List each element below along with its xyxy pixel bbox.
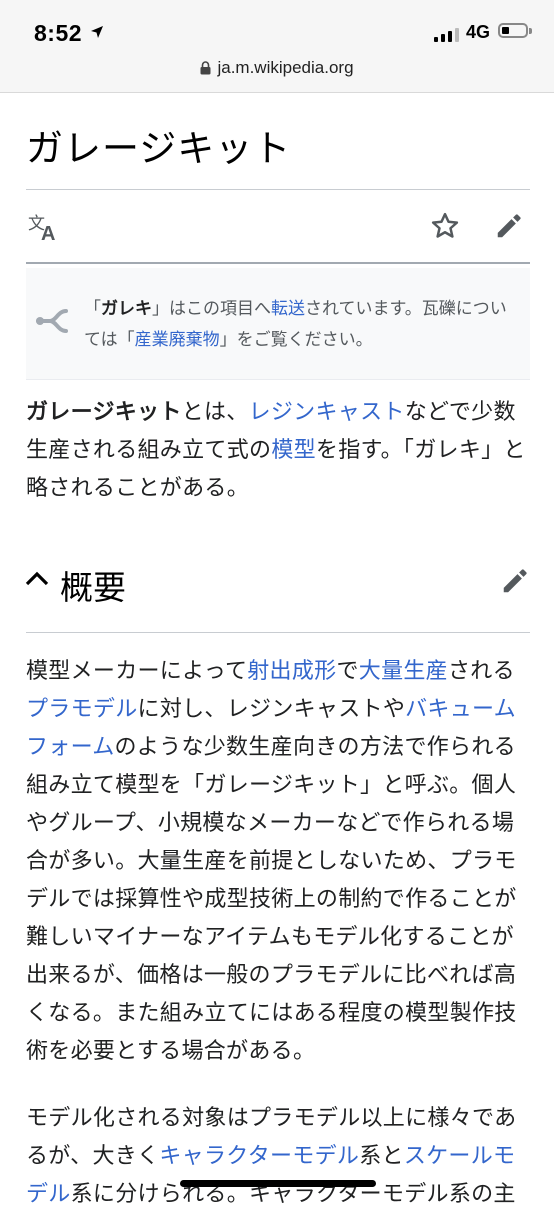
section-title[interactable]: 概要 [60, 561, 126, 609]
svg-text:A: A [41, 223, 55, 242]
actions-divider [26, 262, 530, 264]
resin-cast-link[interactable]: レジンキャスト [249, 400, 405, 425]
address-bar[interactable]: ja.m.wikipedia.org [0, 58, 554, 78]
pencil-icon[interactable] [494, 211, 524, 241]
mass-production-link[interactable]: 大量生産 [359, 659, 448, 684]
url-text: ja.m.wikipedia.org [217, 58, 354, 77]
model-link[interactable]: 模型 [271, 438, 316, 463]
translate-icon[interactable]: 文 A [28, 212, 62, 242]
status-time: 8:52 [34, 20, 83, 46]
page-title: ガレージキット [26, 127, 292, 170]
signal-strength-icon [434, 26, 459, 42]
home-indicator[interactable] [180, 1180, 376, 1187]
redirect-link[interactable]: 転送 [271, 299, 305, 319]
lock-icon [200, 61, 211, 75]
plastic-model-link[interactable]: プラモデル [26, 697, 138, 722]
star-icon[interactable] [430, 211, 460, 241]
battery-icon [498, 23, 528, 38]
lead-bold-term: ガレージキット [26, 400, 182, 425]
status-bar: 8:52 4G ja.m.wikipedia.org [0, 0, 554, 93]
network-type: 4G [466, 22, 491, 42]
injection-molding-link[interactable]: 射出成形 [247, 659, 336, 684]
location-arrow-icon [91, 26, 103, 38]
industrial-waste-link[interactable]: 産業廃棄物 [135, 330, 220, 350]
body-paragraph-2: モデル化される対象はプラモデル以上に様々であるが、大きくキャラクターモデル系とス… [26, 1106, 517, 1207]
title-divider [26, 189, 530, 190]
battery-tip [529, 28, 532, 34]
body-paragraph-1: 模型メーカーによって射出成形で大量生産されるプラモデルに対し、レジンキャストやバ… [26, 659, 517, 1064]
lead-paragraph: ガレージキットとは、レジンキャストなどで少数生産される組み立て式の模型を指す。「… [26, 400, 526, 501]
character-model-link[interactable]: キャラクターモデル [159, 1144, 359, 1169]
hatnote: 「ガレキ」はこの項目へ転送されています。瓦礫については「産業廃棄物」をご覧くださ… [26, 268, 530, 380]
section-edit-pencil-icon[interactable] [500, 566, 530, 596]
hatnote-text: 「ガレキ」はこの項目へ転送されています。瓦礫については「産業廃棄物」をご覧くださ… [84, 299, 507, 350]
section-divider [26, 632, 530, 633]
hatnote-bold-term: ガレキ [101, 299, 152, 319]
redirect-arrow-icon [36, 309, 68, 333]
chevron-up-icon[interactable] [24, 568, 50, 590]
